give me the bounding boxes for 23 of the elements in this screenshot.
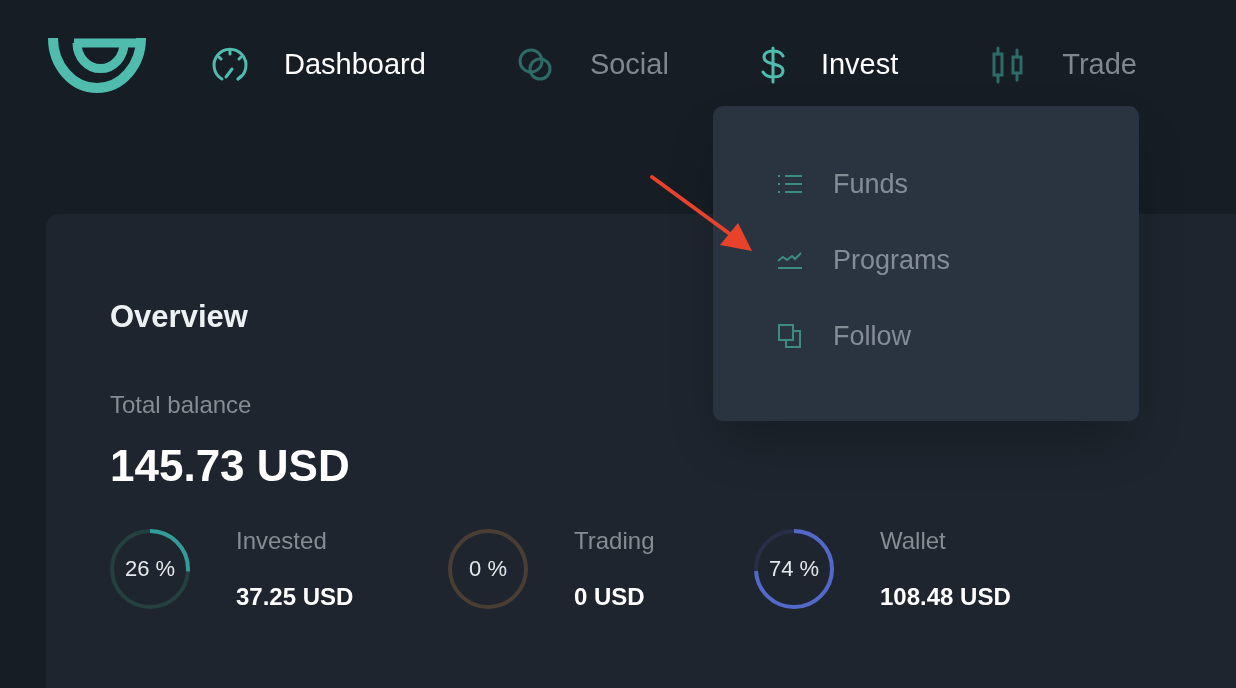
nav-item[interactable]: Social — [515, 43, 669, 87]
nav-item[interactable]: Dashboard — [210, 43, 426, 87]
menu-item[interactable]: Programs — [777, 240, 1139, 280]
percent-text: 74 % — [768, 557, 820, 580]
logo-icon — [48, 38, 146, 94]
copy-icon — [777, 323, 803, 349]
menu-item[interactable]: Follow — [777, 316, 1139, 356]
line-chart-icon — [777, 249, 803, 271]
menu-item[interactable]: Funds — [777, 164, 1139, 204]
stat-amount: 108.48 USD — [880, 581, 1011, 612]
stat-amount: 37.25 USD — [236, 581, 354, 612]
balance-label: Total balance — [110, 389, 253, 420]
stat-label: Invested — [236, 525, 328, 556]
percent-text: 0 % — [469, 557, 507, 580]
stat-amount: 0 USD — [574, 581, 646, 612]
nav-item[interactable]: Trade — [988, 43, 1137, 87]
balance-value: 145.73 USD — [110, 439, 351, 492]
nav-item[interactable]: Invest — [758, 43, 899, 87]
overview-title: Overview — [110, 298, 248, 336]
stat-label: Trading — [574, 525, 655, 556]
stat-label: Wallet — [880, 525, 947, 556]
list-icon — [777, 173, 803, 195]
percent-text: 26 % — [124, 557, 176, 580]
